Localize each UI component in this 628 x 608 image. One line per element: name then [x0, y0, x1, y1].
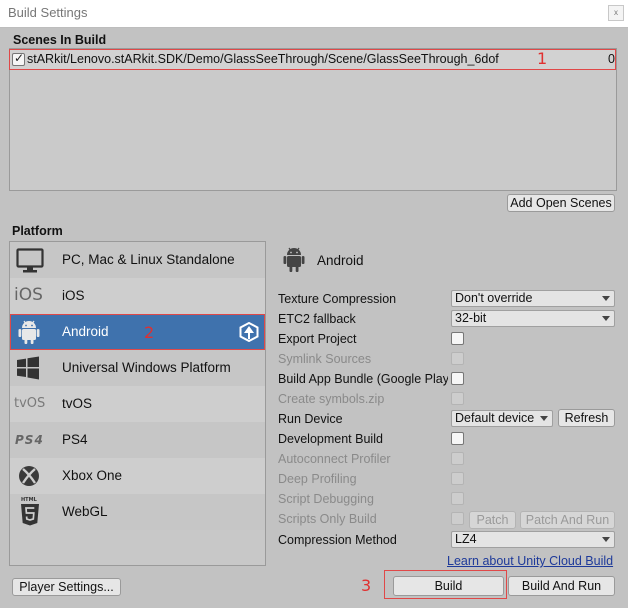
run-device-label: Run Device — [278, 412, 343, 426]
ios-icon: iOS — [14, 285, 43, 305]
xbox-icon — [18, 465, 40, 490]
platform-label: PS4 — [62, 432, 88, 447]
scripts-only-build-label: Scripts Only Build — [278, 512, 377, 526]
platform-label: iOS — [62, 288, 85, 303]
development-build-checkbox[interactable] — [451, 432, 464, 445]
script-debugging-label: Script Debugging — [278, 492, 374, 506]
platform-item-ps4[interactable]: PS4 PS4 — [10, 422, 265, 458]
platform-item-tvos[interactable]: tvOS tvOS — [10, 386, 265, 422]
settings-title: Android — [317, 253, 364, 268]
patch-button[interactable]: Patch — [469, 511, 516, 529]
platform-item-uwp[interactable]: Universal Windows Platform — [10, 350, 265, 386]
dropdown-value: Default device — [455, 411, 535, 425]
ps4-icon: PS4 — [15, 433, 44, 447]
chevron-down-icon — [602, 537, 610, 542]
patch-and-run-button[interactable]: Patch And Run — [520, 511, 615, 529]
chevron-down-icon — [602, 316, 610, 321]
refresh-button[interactable]: Refresh — [558, 409, 615, 427]
build-and-run-button[interactable]: Build And Run — [508, 576, 615, 596]
dropdown-value: LZ4 — [455, 532, 477, 546]
platform-item-xbox-one[interactable]: Xbox One — [10, 458, 265, 494]
build-app-bundle-label: Build App Bundle (Google Play) — [278, 372, 448, 386]
title-bar: Build Settings x — [0, 0, 628, 27]
platform-label: Universal Windows Platform — [62, 360, 231, 375]
chevron-down-icon — [540, 416, 548, 421]
annotation-number-1: 1 — [537, 49, 548, 68]
platform-header: Platform — [12, 224, 63, 238]
deep-profiling-label: Deep Profiling — [278, 472, 357, 486]
compression-method-dropdown[interactable]: LZ4 — [451, 531, 615, 548]
create-symbols-label: Create symbols.zip — [278, 392, 385, 406]
autoconnect-profiler-checkbox[interactable] — [451, 452, 464, 465]
script-debugging-checkbox[interactable] — [451, 492, 464, 505]
build-button[interactable]: Build — [393, 576, 504, 596]
add-open-scenes-button[interactable]: Add Open Scenes — [507, 194, 615, 212]
platform-label: PC, Mac & Linux Standalone — [62, 252, 235, 267]
scenes-in-build-header: Scenes In Build — [13, 33, 107, 47]
dropdown-value: 32-bit — [455, 311, 487, 325]
etc2-fallback-label: ETC2 fallback — [278, 312, 356, 326]
symlink-sources-label: Symlink Sources — [278, 352, 372, 366]
annotation-box-2 — [10, 314, 265, 350]
autoconnect-profiler-label: Autoconnect Profiler — [278, 452, 391, 466]
monitor-icon — [16, 248, 44, 277]
html5-shield-icon — [20, 504, 40, 529]
tvos-icon: tvOS — [14, 396, 46, 411]
etc2-fallback-dropdown[interactable]: 32-bit — [451, 310, 615, 327]
export-project-label: Export Project — [278, 332, 357, 346]
platform-item-webgl[interactable]: HTML WebGL — [10, 494, 265, 530]
cloud-build-link[interactable]: Learn about Unity Cloud Build — [447, 554, 613, 568]
chevron-down-icon — [602, 296, 610, 301]
windows-icon — [16, 356, 40, 383]
dropdown-value: Don't override — [455, 291, 533, 305]
export-project-checkbox[interactable] — [451, 332, 464, 345]
annotation-number-3: 3 — [361, 576, 372, 595]
html5-icon: HTML — [21, 497, 37, 503]
annotation-number-2: 2 — [144, 323, 155, 342]
android-header-icon — [283, 246, 305, 276]
player-settings-button[interactable]: Player Settings... — [12, 578, 121, 596]
platform-label: tvOS — [62, 396, 93, 411]
deep-profiling-checkbox[interactable] — [451, 472, 464, 485]
platform-label: Xbox One — [62, 468, 123, 483]
run-device-dropdown[interactable]: Default device — [451, 410, 553, 427]
close-button[interactable]: x — [608, 5, 624, 21]
platform-label: WebGL — [62, 504, 108, 519]
compression-method-label: Compression Method — [278, 533, 397, 547]
symlink-sources-checkbox[interactable] — [451, 352, 464, 365]
platform-item-standalone[interactable]: PC, Mac & Linux Standalone — [10, 242, 265, 278]
platform-item-ios[interactable]: iOS iOS — [10, 278, 265, 314]
development-build-label: Development Build — [278, 432, 383, 446]
window-title: Build Settings — [8, 5, 88, 20]
scripts-only-build-checkbox[interactable] — [451, 512, 464, 525]
build-app-bundle-checkbox[interactable] — [451, 372, 464, 385]
texture-compression-label: Texture Compression — [278, 292, 397, 306]
create-symbols-checkbox[interactable] — [451, 392, 464, 405]
texture-compression-dropdown[interactable]: Don't override — [451, 290, 615, 307]
annotation-box-1 — [9, 49, 616, 70]
